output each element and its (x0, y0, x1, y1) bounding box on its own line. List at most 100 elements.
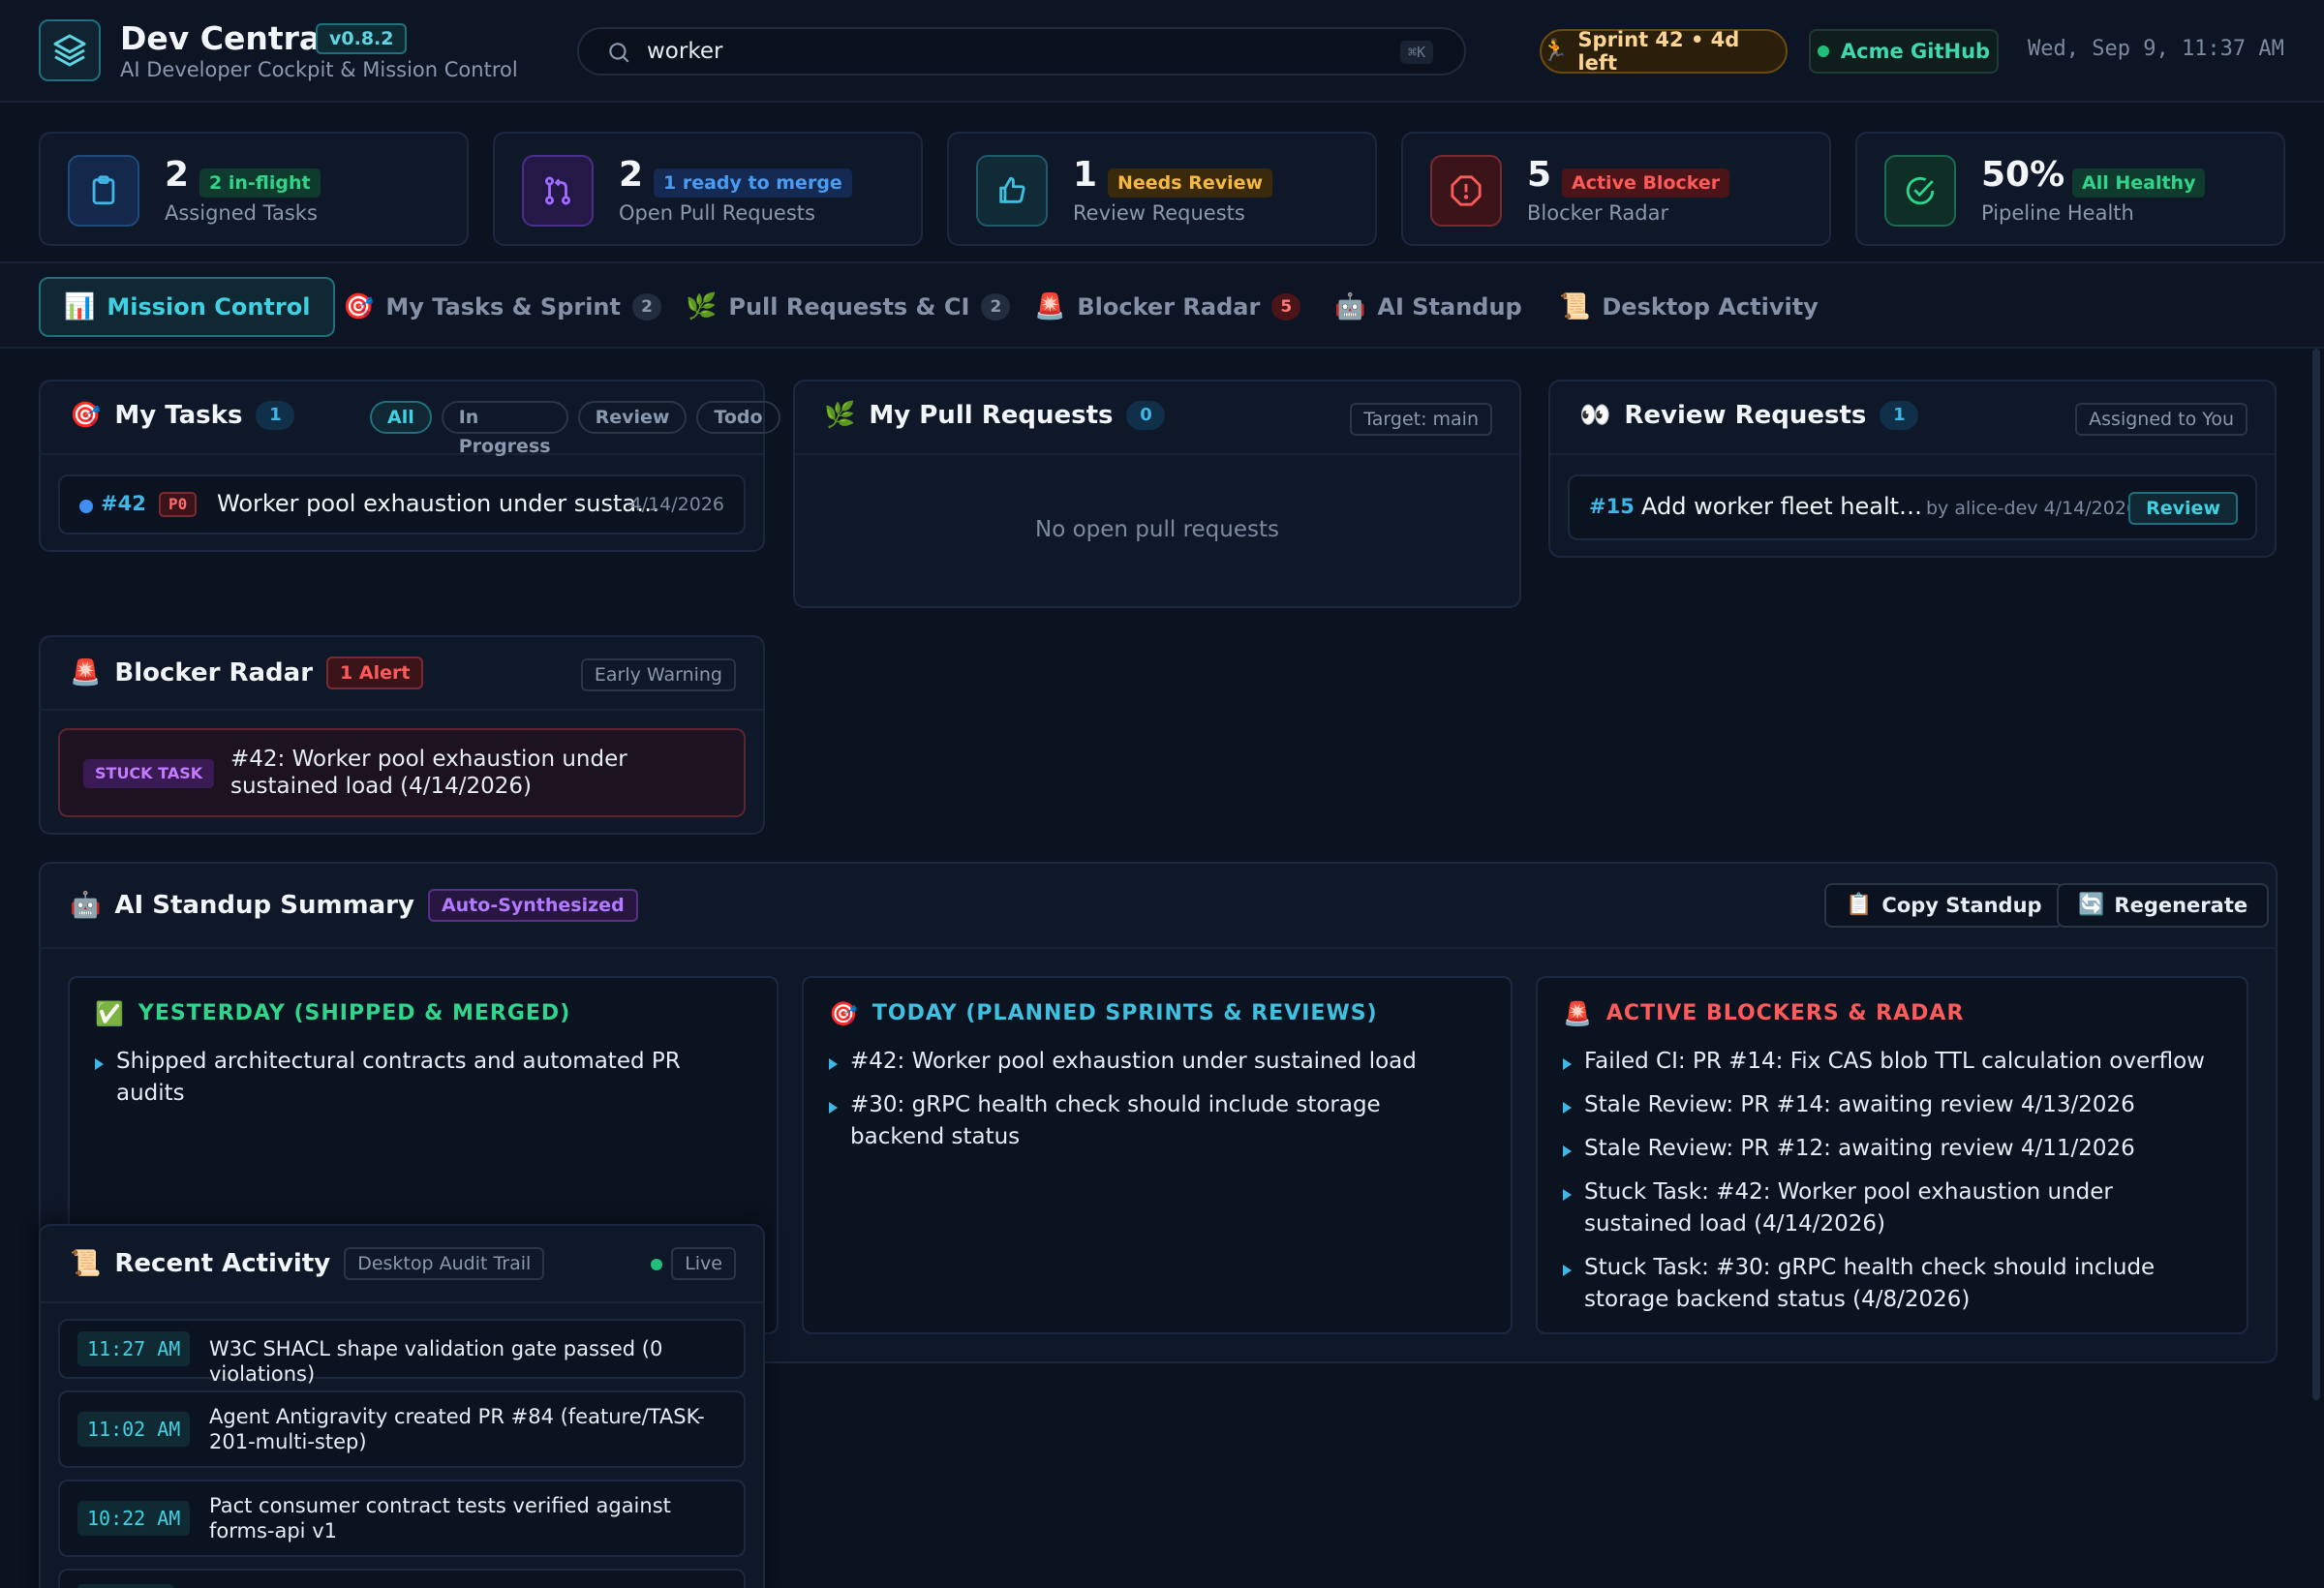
button-label: Copy Standup (1881, 894, 2042, 917)
copy-standup-button[interactable]: 📋 Copy Standup (1824, 883, 2064, 928)
task-row[interactable]: #42 P0 Worker pool exhaustion under sust… (58, 474, 746, 534)
activity-text: Pact consumer contract tests verified ag… (209, 1494, 671, 1542)
scroll-icon: 📜 (1559, 292, 1591, 321)
main-tabs: 📊 Mission Control 🎯 My Tasks & Sprint 2 … (0, 261, 2324, 349)
robot-icon: 🤖 (70, 891, 102, 920)
tab-count: 5 (1271, 293, 1301, 321)
stat-label: Assigned Tasks (165, 201, 318, 225)
stat-value: 2 (165, 155, 190, 195)
tab-mission-control[interactable]: 📊 Mission Control (39, 277, 336, 337)
target-icon: 🎯 (829, 999, 859, 1027)
tab-blocker-radar[interactable]: 🚨 Blocker Radar 5 (1011, 277, 1324, 337)
empty-state: No open pull requests (1035, 517, 1279, 542)
stat-review-requests[interactable]: 1 Needs Review Review Requests (947, 132, 1377, 246)
stat-blocker-radar[interactable]: 5 Active Blocker Blocker Radar (1401, 132, 1831, 246)
panel-header: 🎯 My Tasks 1 All In Progress Review Todo (41, 382, 780, 457)
filter-review[interactable]: Review (577, 401, 688, 434)
github-connection[interactable]: Acme GitHub (1809, 29, 1999, 74)
panel-title: My Pull Requests (869, 401, 1114, 430)
tab-label: My Tasks & Sprint (385, 293, 621, 321)
filter-todo[interactable]: Todo (696, 401, 780, 434)
regenerate-button[interactable]: 🔄 Regenerate (2057, 883, 2270, 928)
activity-row[interactable]: 10:22 AM Pact consumer contract tests ve… (58, 1480, 746, 1557)
stat-assigned-tasks[interactable]: 2 2 in-flight Assigned Tasks (39, 132, 469, 246)
search-icon (606, 40, 631, 69)
recent-activity-panel: 📜 Recent Activity Desktop Audit Trail Li… (39, 1224, 765, 1588)
standup-blockers: 🚨 ACTIVE BLOCKERS & RADAR Failed CI: PR … (1536, 976, 2248, 1334)
check-circle-icon (1884, 155, 1956, 227)
list-item: #30: gRPC health check should include st… (827, 1089, 1482, 1153)
search-bar[interactable]: ⌘K (577, 27, 1466, 76)
search-input[interactable] (647, 37, 1325, 66)
herb-icon: 🌿 (686, 292, 718, 321)
live-tag: Live (671, 1247, 736, 1280)
tab-ai-standup[interactable]: 🤖 AI Standup (1311, 277, 1545, 337)
section-heading: YESTERDAY (SHIPPED & MERGED) (138, 1001, 571, 1025)
tab-label: AI Standup (1377, 293, 1522, 321)
stat-label: Pipeline Health (1981, 201, 2134, 225)
pr-count: 0 (1126, 401, 1166, 430)
page-scrollbar[interactable] (2312, 349, 2320, 1400)
list-item: Stuck Task: #30: gRPC health check shoul… (1561, 1252, 2217, 1316)
tab-pull-requests[interactable]: 🌿 Pull Requests & CI 2 (662, 277, 1033, 337)
clock: Wed, Sep 9, 11:37 AM (2028, 37, 2284, 61)
stat-value: 5 (1527, 155, 1552, 195)
tab-label: Desktop Activity (1602, 293, 1819, 321)
runner-icon: 🏃 (1542, 39, 1569, 63)
stat-value: 50% (1981, 155, 2065, 195)
list-item: Shipped architectural contracts and auto… (93, 1046, 748, 1110)
target-icon: 🎯 (70, 401, 102, 430)
app-header: Dev Central v0.8.2 AI Developer Cockpit … (0, 0, 2324, 103)
stat-label: Blocker Radar (1527, 201, 1669, 225)
my-prs-panel: 🌿 My Pull Requests 0 Target: main No ope… (793, 380, 1521, 608)
activity-row[interactable]: 11:27 AM W3C SHACL shape validation gate… (58, 1319, 746, 1386)
blocker-type-badge: STUCK TASK (83, 759, 215, 788)
review-row[interactable]: #15 Add worker fleet healt… by alice-dev… (1568, 474, 2257, 540)
filter-all[interactable]: All (370, 401, 432, 434)
list-item: Stuck Task: #42: Worker pool exhaustion … (1561, 1176, 2217, 1240)
review-button[interactable]: Review (2128, 492, 2238, 525)
review-count: 1 (1880, 401, 1919, 430)
stat-badge: Needs Review (1108, 168, 1273, 198)
list-item: #42: Worker pool exhaustion under sustai… (827, 1046, 1482, 1078)
activity-row[interactable]: 11:02 AM Agent Antigravity created PR #8… (58, 1390, 746, 1468)
panel-header: 👀 Review Requests 1 Assigned to You (1550, 382, 2275, 455)
task-title: Worker pool exhaustion under susta… (217, 490, 660, 517)
stat-badge: All Healthy (2072, 168, 2206, 198)
stat-pipeline-health[interactable]: 50% All Healthy Pipeline Health (1855, 132, 2285, 246)
activity-time: 11:27 AM (77, 1331, 191, 1366)
sprint-status[interactable]: 🏃 Sprint 42 • 4d left (1540, 28, 1788, 75)
activity-text: Agent Antigravity created PR #84 (featur… (209, 1405, 705, 1453)
stat-label: Review Requests (1073, 201, 1245, 225)
herb-icon: 🌿 (824, 401, 856, 430)
eyes-icon: 👀 (1579, 401, 1611, 430)
bullet-list: #42: Worker pool exhaustion under sustai… (827, 1046, 1482, 1165)
bullet-list: Shipped architectural contracts and auto… (93, 1046, 748, 1121)
auto-synthesized-badge: Auto-Synthesized (427, 889, 638, 922)
siren-icon: 🚨 (1563, 999, 1593, 1027)
panel-header: 🌿 My Pull Requests 0 Target: main (795, 382, 1519, 455)
filter-in-progress[interactable]: In Progress (441, 401, 568, 457)
blocker-item[interactable]: STUCK TASK #42: Worker pool exhaustion u… (58, 728, 746, 817)
panel-title: My Tasks (114, 401, 243, 430)
pr-title: Add worker fleet healt… (1641, 493, 1923, 520)
tab-count: 2 (632, 293, 661, 321)
clipboard-icon: 📋 (1846, 893, 1873, 917)
check-mark-icon: ✅ (95, 999, 125, 1027)
list-item: Failed CI: PR #14: Fix CAS blob TTL calc… (1561, 1046, 2217, 1078)
stat-open-prs[interactable]: 2 1 ready to merge Open Pull Requests (493, 132, 923, 246)
tab-desktop-activity[interactable]: 📜 Desktop Activity (1536, 277, 1842, 337)
app-title: Dev Central (120, 19, 332, 57)
target-branch-tag: Target: main (1350, 403, 1492, 436)
connection-status-dot (1817, 46, 1829, 57)
pr-id: #15 (1589, 495, 1635, 518)
tab-my-tasks[interactable]: 🎯 My Tasks & Sprint 2 (320, 277, 685, 337)
layers-logo-icon (39, 19, 101, 81)
activity-row-partial[interactable] (58, 1569, 746, 1588)
priority-badge: P0 (159, 492, 198, 517)
list-item: Stale Review: PR #14: awaiting review 4/… (1561, 1089, 2217, 1121)
early-warning-tag: Early Warning (580, 658, 736, 691)
section-heading: ACTIVE BLOCKERS & RADAR (1605, 1001, 1965, 1025)
standup-today: 🎯 TODAY (PLANNED SPRINTS & REVIEWS) #42:… (802, 976, 1513, 1334)
tab-count: 2 (981, 293, 1011, 321)
